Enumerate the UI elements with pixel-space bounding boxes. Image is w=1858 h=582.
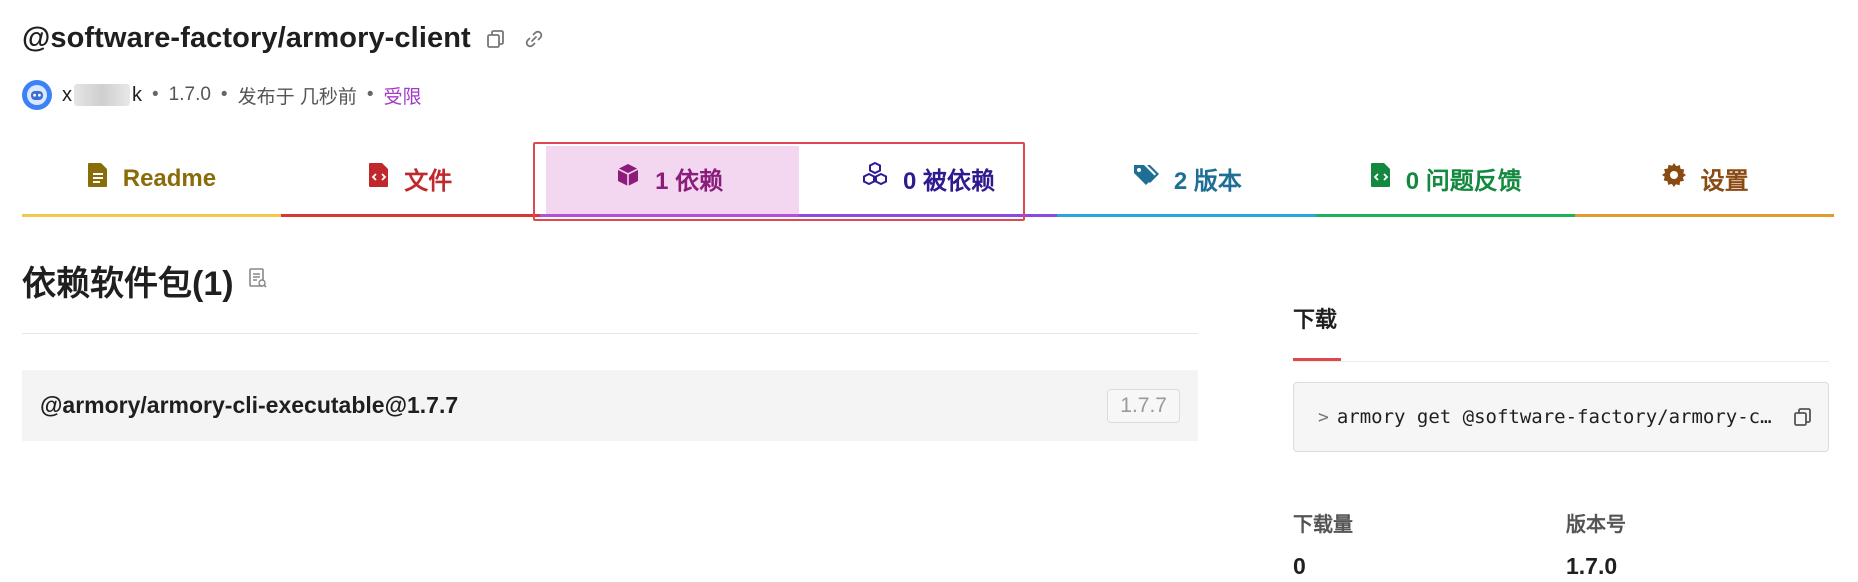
- version-value: 1.7.0: [1566, 553, 1618, 579]
- tab-dependencies[interactable]: 1 依赖: [539, 140, 799, 217]
- title-row: @software-factory/armory-client: [22, 22, 547, 55]
- tab-settings[interactable]: 设置: [1575, 140, 1835, 217]
- copy-icon[interactable]: [1790, 404, 1816, 430]
- dependency-row[interactable]: @armory/armory-cli-executable@1.7.7 1.7.…: [22, 370, 1198, 441]
- divider: [1293, 361, 1829, 362]
- author-prefix: x: [62, 83, 72, 106]
- separator: •: [220, 84, 228, 105]
- tab-underline: [539, 214, 799, 217]
- version-badge: 1.7.7: [1107, 388, 1180, 423]
- version-label: 版本号: [1566, 514, 1626, 536]
- tab-files[interactable]: 文件: [280, 140, 540, 217]
- downloads-value: 0: [1293, 553, 1306, 579]
- gear-icon: [1661, 162, 1687, 195]
- redacted-author: [74, 84, 130, 107]
- copy-icon[interactable]: [483, 26, 509, 52]
- separator: •: [366, 84, 374, 105]
- tab-underline: [1316, 214, 1576, 217]
- cube-icon: [615, 162, 641, 195]
- package-meta: xk • 1.7.0 • 发布于 几秒前 • 受限: [22, 80, 422, 110]
- tab-label: 0 被依赖: [903, 168, 996, 195]
- tab-underline: [280, 214, 540, 217]
- divider: [22, 333, 1198, 334]
- tab-issues[interactable]: 0 问题反馈: [1316, 140, 1576, 217]
- tab-underline: [1575, 214, 1835, 217]
- link-icon[interactable]: [521, 26, 547, 52]
- version-text: 1.7.0: [168, 84, 211, 105]
- published-text: 发布于 几秒前: [237, 86, 357, 108]
- author-suffix: k: [132, 83, 142, 106]
- package-page: @software-factory/armory-client xk • 1.7…: [0, 0, 1858, 582]
- tab-readme[interactable]: Readme: [22, 140, 281, 217]
- tab-dependents[interactable]: 0 被依赖: [798, 140, 1058, 217]
- tab-download[interactable]: 下载: [1293, 302, 1337, 334]
- tab-label: 设置: [1700, 168, 1749, 195]
- tab-label: 1 依赖: [655, 168, 724, 195]
- separator: •: [152, 84, 159, 105]
- install-command-box: > armory get @software-factory/armory-cl…: [1293, 382, 1829, 452]
- package-tabs: Readme 文件 1 依赖 0 被依赖 2 版本 0 问题反馈 设置: [22, 140, 1835, 217]
- package-name: @software-factory/armory-client: [22, 22, 471, 54]
- tab-underline: [22, 214, 281, 217]
- document-icon: [87, 162, 109, 195]
- avatar[interactable]: [22, 80, 52, 110]
- report-icon[interactable]: [248, 267, 268, 294]
- command-prompt: >: [1318, 406, 1329, 428]
- tab-label: Readme: [122, 164, 217, 192]
- tab-label: 0 问题反馈: [1405, 168, 1522, 195]
- active-tab-underline: [1293, 358, 1341, 361]
- cubes-icon: [861, 161, 889, 195]
- tab-label: 文件: [404, 168, 453, 195]
- access-badge[interactable]: 受限: [384, 82, 422, 109]
- dependency-name[interactable]: @armory/armory-cli-executable@1.7.7: [40, 392, 458, 419]
- install-command[interactable]: armory get @software-factory/armory-clie…: [1337, 406, 1782, 428]
- code-file-icon: [1370, 162, 1392, 195]
- tab-label: 2 版本: [1173, 168, 1242, 195]
- tags-icon: [1132, 162, 1160, 195]
- section-header: 依赖软件包(1): [22, 256, 268, 305]
- tab-underline: [1057, 214, 1317, 217]
- author-name[interactable]: xk: [62, 84, 142, 107]
- section-title: 依赖软件包(1): [22, 265, 234, 303]
- downloads-label: 下载量: [1293, 514, 1353, 536]
- tab-underline: [798, 214, 1058, 217]
- code-file-icon: [368, 162, 390, 195]
- tab-versions[interactable]: 2 版本: [1057, 140, 1317, 217]
